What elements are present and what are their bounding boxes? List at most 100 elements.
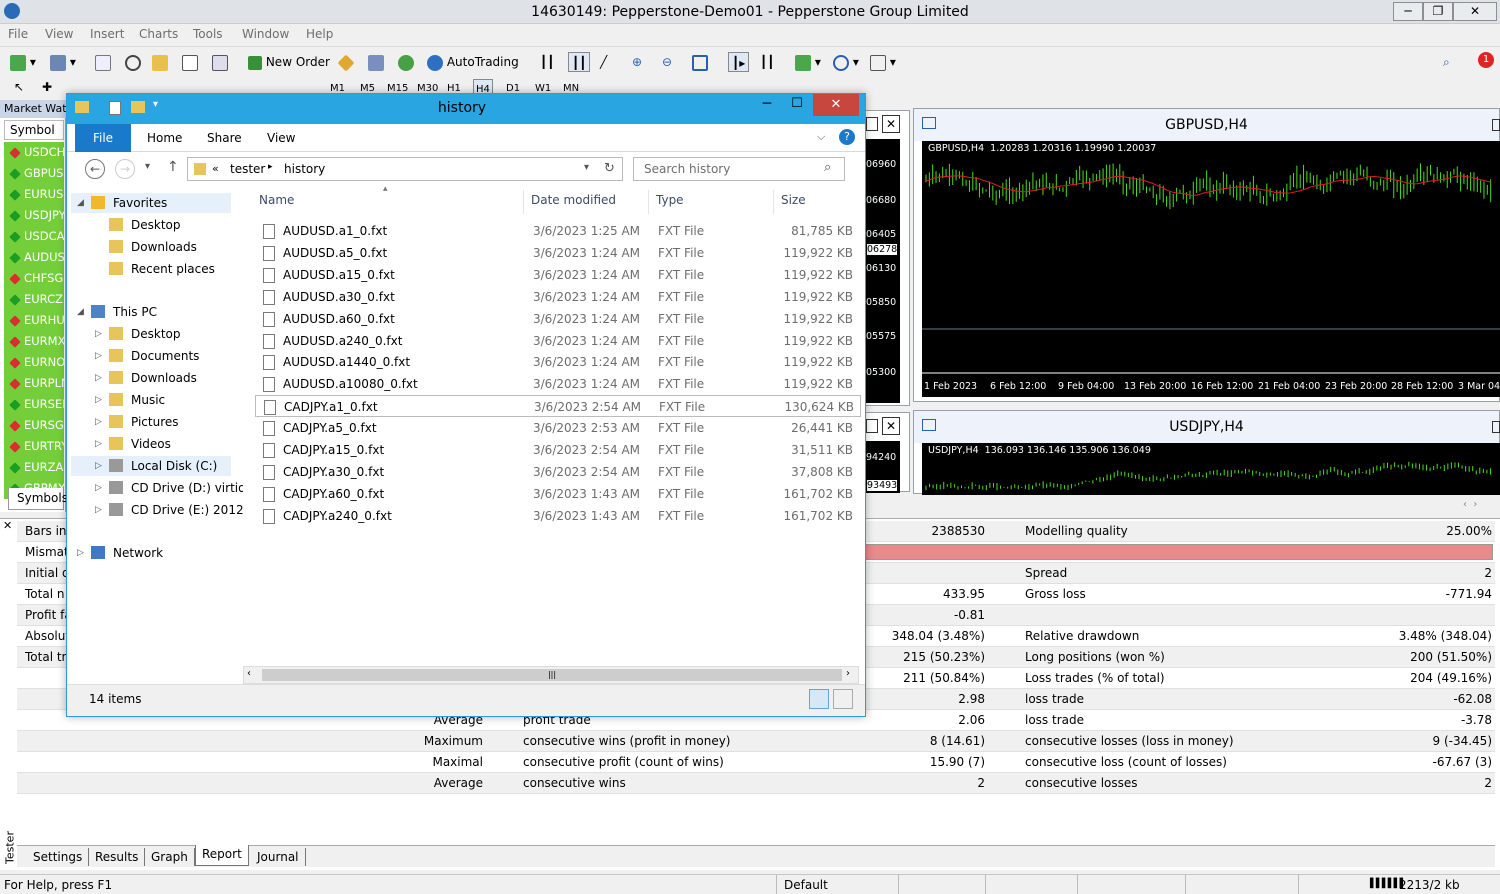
close-button[interactable]: ✕ (1453, 2, 1497, 21)
market-watch-row[interactable]: EURHU (4, 310, 64, 331)
chart-window-restore-icon-2[interactable] (1492, 421, 1500, 433)
up-button[interactable]: ↑ (167, 159, 179, 175)
nav-network[interactable]: ▷ Network (71, 543, 231, 563)
tester-tab-graph[interactable]: Graph (145, 848, 195, 866)
nav-pc-5[interactable]: ▷ Videos (71, 434, 231, 454)
file-row[interactable]: CADJPY.a240_0.fxt 3/6/2023 1:43 AM FXT Fil… (255, 505, 861, 527)
menu-window[interactable]: Window (242, 27, 289, 41)
file-row[interactable]: CADJPY.a60_0.fxt 3/6/2023 1:43 AM FXT File… (255, 483, 861, 505)
market-watch-row[interactable]: EURPLN (4, 373, 64, 394)
tester-tab-journal[interactable]: Journal (251, 848, 306, 866)
market-watch-row[interactable]: EURUSD (4, 184, 64, 205)
file-row[interactable]: AUDUSD.a10080_0.fxt 3/6/2023 1:24 AM FXT F… (255, 373, 861, 395)
nav-pc-1[interactable]: ▷ Documents (71, 346, 231, 366)
nav-fav-0[interactable]: Desktop (71, 215, 231, 235)
file-row[interactable]: AUDUSD.a5_0.fxt 3/6/2023 1:24 AM FXT File 1… (255, 242, 861, 264)
column-name[interactable]: Name (259, 193, 294, 207)
expand-arrow-icon[interactable]: ▷ (95, 390, 102, 410)
breadcrumb-history[interactable]: history (284, 162, 325, 176)
zoom-in-icon[interactable]: ⊕ (632, 52, 642, 72)
chart-shift-icon[interactable]: ┃▸ (728, 52, 750, 72)
expand-arrow-icon[interactable]: ▷ (95, 456, 102, 476)
terminal-icon[interactable] (182, 52, 198, 72)
address-bar[interactable]: « tester ▸ history ▾ ↻ (187, 157, 623, 181)
symbols-tab[interactable]: Symbols (8, 488, 68, 510)
expand-arrow-icon[interactable]: ◢ (77, 193, 84, 213)
market-watch-row[interactable]: CHFSG (4, 268, 64, 289)
market-watch-row[interactable]: AUDUS (4, 247, 64, 268)
tester-close-icon[interactable]: ✕ (3, 519, 12, 532)
file-row[interactable]: AUDUSD.a1_0.fxt 3/6/2023 1:25 AM FXT File 8… (255, 220, 861, 242)
breadcrumb-tester[interactable]: tester (230, 162, 265, 176)
tile-windows-icon[interactable] (692, 52, 708, 72)
nav-pc-2[interactable]: ▷ Downloads (71, 368, 231, 388)
periods-icon[interactable]: ▾ (833, 52, 859, 72)
nav-pc-7[interactable]: ▷ CD Drive (D:) virtio-w (71, 478, 260, 498)
chart-window-restore-icon[interactable] (1492, 119, 1500, 131)
signals-icon[interactable] (398, 52, 414, 72)
crosshair-icon[interactable]: ✚ (42, 77, 52, 97)
expand-arrow-icon[interactable]: ▷ (95, 324, 102, 344)
nav-this-pc[interactable]: ◢ This PC (71, 302, 231, 322)
file-row[interactable]: AUDUSD.a15_0.fxt 3/6/2023 1:24 AM FXT File… (255, 264, 861, 286)
autotrading-button[interactable]: AutoTrading (427, 52, 519, 72)
metaeditor-icon[interactable] (337, 52, 355, 72)
file-row[interactable]: AUDUSD.a1440_0.fxt 3/6/2023 1:24 AM FXT Fi… (255, 351, 861, 373)
nav-pc-6[interactable]: ▷ Local Disk (C:) (71, 456, 231, 476)
tester-scroll-arrows[interactable]: ‹ › (1463, 499, 1477, 510)
ribbon-expand-icon[interactable]: ⌵ (817, 130, 825, 144)
expand-arrow-icon[interactable]: ◢ (77, 302, 84, 322)
nav-fav-1[interactable]: Downloads (71, 237, 231, 257)
recent-locations-icon[interactable]: ▾ (145, 161, 150, 172)
menu-help[interactable]: Help (306, 27, 333, 41)
search-box-icon[interactable]: ⌕ (824, 160, 831, 175)
market-watch-row[interactable]: EURTRY (4, 436, 64, 457)
column-date-modified[interactable]: Date modified (531, 193, 616, 207)
menu-insert[interactable]: Insert (90, 27, 124, 41)
menu-charts[interactable]: Charts (139, 27, 178, 41)
nav-pc-4[interactable]: ▷ Pictures (71, 412, 231, 432)
navigator-icon[interactable] (152, 52, 168, 72)
explorer-minimize-button[interactable]: ─ (753, 96, 781, 116)
expand-arrow-icon[interactable]: ▷ (77, 543, 84, 563)
market-watch-row[interactable]: USDCA (4, 226, 64, 247)
menu-tools[interactable]: Tools (193, 27, 223, 41)
refresh-icon[interactable]: ↻ (604, 161, 615, 176)
market-watch-row[interactable]: EURMX (4, 331, 64, 352)
file-row[interactable]: CADJPY.a15_0.fxt 3/6/2023 2:54 AM FXT File… (255, 439, 861, 461)
search-icon[interactable]: ⌕ (1443, 52, 1450, 72)
market-watch-row[interactable]: EURSEK (4, 394, 64, 415)
indicators-icon[interactable]: ▾ (795, 52, 821, 72)
cursor-icon[interactable]: ↖ (14, 77, 24, 97)
nav-pc-0[interactable]: ▷ Desktop (71, 324, 231, 344)
file-row[interactable]: AUDUSD.a60_0.fxt 3/6/2023 1:24 AM FXT File… (255, 308, 861, 330)
experts-icon[interactable] (368, 52, 384, 72)
tester-icon[interactable] (212, 52, 228, 72)
close-chart-icon-2[interactable]: ✕ (882, 417, 900, 435)
file-row[interactable]: AUDUSD.a30_0.fxt 3/6/2023 1:24 AM FXT File… (255, 286, 861, 308)
market-watch-row[interactable]: USDJPY (4, 205, 64, 226)
zoom-out-icon[interactable]: ⊖ (662, 52, 672, 72)
horizontal-scrollbar[interactable]: ‹ ||| › (243, 666, 859, 684)
file-row[interactable]: CADJPY.a30_0.fxt 3/6/2023 2:54 AM FXT File… (255, 461, 861, 483)
alerts-badge[interactable]: 1 (1478, 52, 1494, 68)
scroll-thumb[interactable]: ||| (262, 669, 842, 681)
menu-view[interactable]: View (45, 27, 73, 41)
search-box[interactable]: Search history ⌕ (633, 157, 845, 181)
crosshair-move-icon[interactable] (125, 52, 141, 72)
address-dropdown-icon[interactable]: ▾ (584, 162, 589, 173)
tester-tab-settings[interactable]: Settings (27, 848, 90, 866)
ribbon-tab-file[interactable]: File (75, 124, 131, 152)
ribbon-tab-share[interactable]: Share (207, 131, 242, 145)
market-watch-row[interactable]: GBPUSD (4, 163, 64, 184)
file-row[interactable]: CADJPY.a1_0.fxt 3/6/2023 2:54 AM FXT File 1… (255, 395, 861, 418)
ribbon-tab-home[interactable]: Home (147, 131, 182, 145)
tester-tab-report[interactable]: Report (195, 845, 249, 866)
column-size[interactable]: Size (781, 193, 806, 207)
scroll-right-icon[interactable]: › (846, 668, 850, 679)
expand-arrow-icon[interactable]: ▷ (95, 434, 102, 454)
new-chart-icon[interactable]: ▾ (10, 52, 36, 72)
scroll-left-icon[interactable]: ‹ (247, 668, 251, 679)
bar-chart-icon[interactable]: ┃┃ (540, 52, 554, 72)
templates-icon[interactable]: ▾ (870, 52, 896, 72)
